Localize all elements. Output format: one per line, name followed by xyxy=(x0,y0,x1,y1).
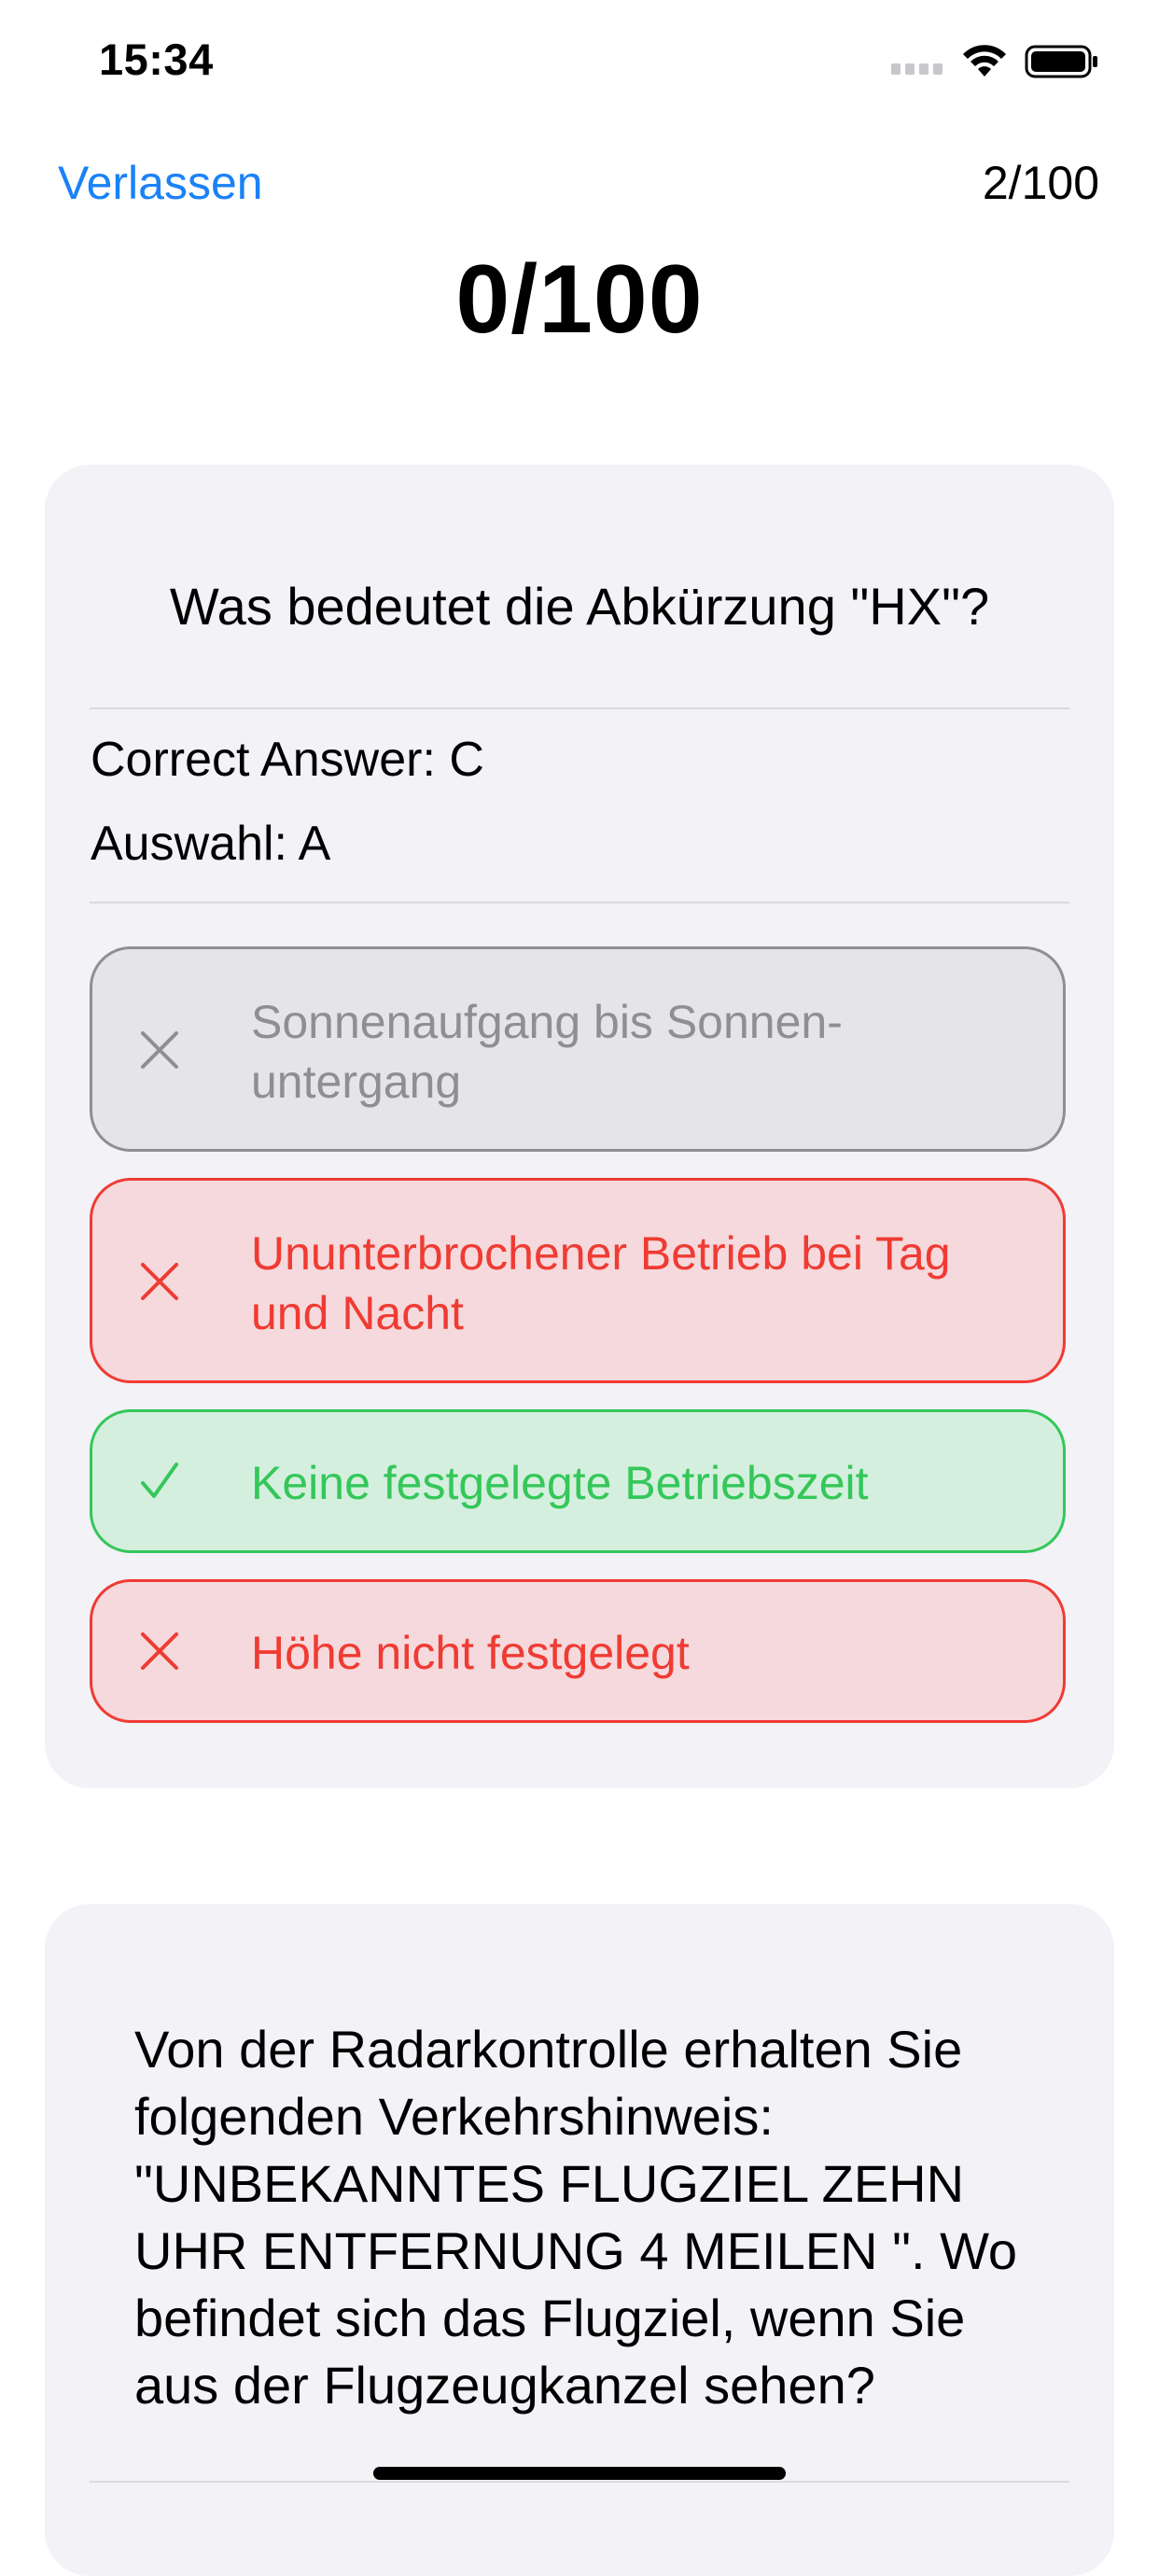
wifi-icon xyxy=(963,45,1006,77)
x-mark-icon xyxy=(141,1263,178,1300)
answer-option-b[interactable]: Ununterbrochener Betrieb bei Tag und Nac… xyxy=(90,1178,1066,1383)
divider xyxy=(90,902,1069,903)
answer-option-a[interactable]: Sonnenaufgang bis Sonnen-untergang xyxy=(90,946,1066,1152)
battery-icon xyxy=(1025,45,1097,78)
home-indicator[interactable] xyxy=(373,2467,786,2480)
answer-option-text: Höhe nicht festgelegt xyxy=(251,1627,690,1679)
answer-option-text: Keine festgelegte Betriebszeit xyxy=(251,1457,869,1509)
question-text: Was bedeutet die Abkürzung "HX"? xyxy=(169,577,990,636)
divider xyxy=(90,707,1069,709)
correct-answer-label: Correct Answer: C xyxy=(91,733,484,787)
answer-option-d[interactable]: Höhe nicht festgelegt xyxy=(90,1579,1066,1723)
cellular-signal-icon xyxy=(891,63,943,77)
status-time: 15:34 xyxy=(99,35,214,84)
question-progress: 2/100 xyxy=(982,157,1099,209)
answer-option-text: Sonnenaufgang bis Sonnen-untergang xyxy=(251,996,843,1108)
answer-option-text: Ununterbrochener Betrieb bei Tag und Nac… xyxy=(251,1227,951,1339)
selection-label: Auswahl: A xyxy=(91,817,331,871)
checkmark-icon xyxy=(141,1463,178,1498)
divider xyxy=(90,2481,1069,2483)
leave-button[interactable]: Verlassen xyxy=(58,156,263,210)
score-title: 0/100 xyxy=(455,245,704,354)
x-mark-icon xyxy=(141,1632,178,1670)
question-text: Von der Radarkontrolle erhalten Sie folg… xyxy=(134,2020,1018,2415)
x-mark-icon xyxy=(141,1031,178,1069)
status-bar: 15:34 xyxy=(0,0,1159,131)
answer-option-c[interactable]: Keine festgelegte Betriebszeit xyxy=(90,1409,1066,1553)
